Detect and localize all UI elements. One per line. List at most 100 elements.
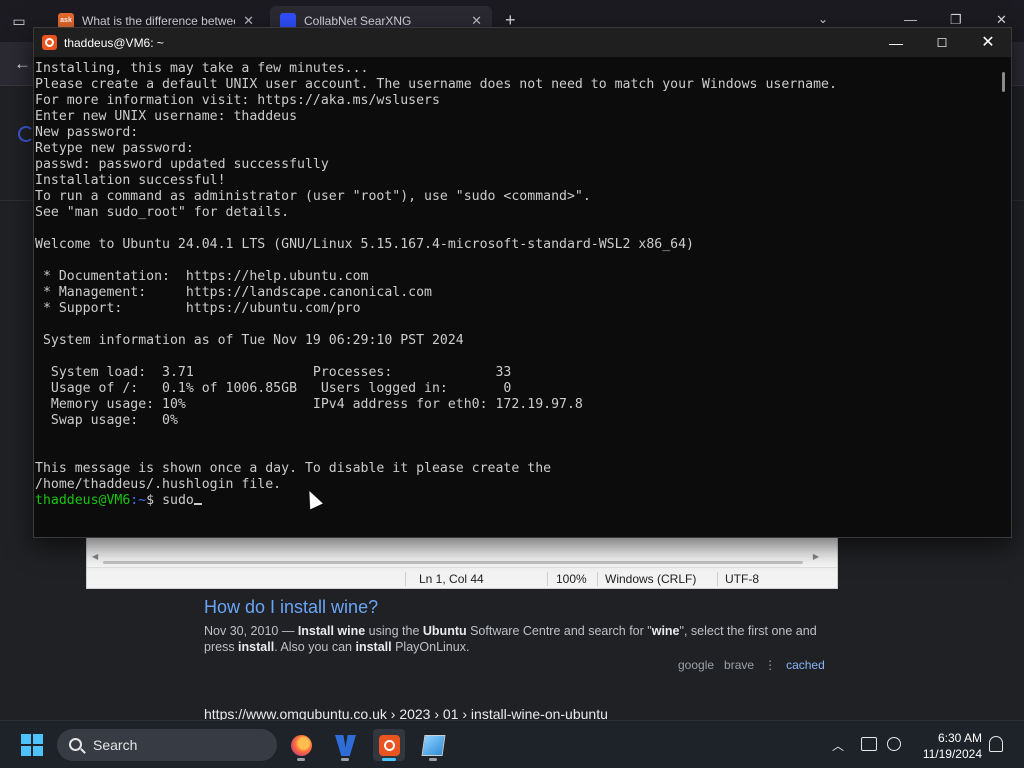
- divider: [597, 572, 598, 586]
- typed-command: sudo: [162, 493, 194, 508]
- terminal-line: Retype new password:: [35, 141, 194, 156]
- scrollbar-thumb[interactable]: [1002, 72, 1005, 92]
- prompt-symbol: $: [146, 493, 163, 508]
- network-icon[interactable]: [861, 737, 877, 751]
- clock-time: 6:30 AM: [937, 731, 982, 745]
- terminal-line: * Management: https://landscape.canonica…: [35, 285, 432, 300]
- cached-link[interactable]: cached: [786, 658, 825, 672]
- search-icon: [69, 738, 82, 751]
- tab-list-icon[interactable]: ▭: [10, 12, 28, 30]
- volume-icon[interactable]: [887, 737, 901, 751]
- result-title-link[interactable]: How do I install wine?: [204, 597, 378, 618]
- terminal-line: Welcome to Ubuntu 24.04.1 LTS (GNU/Linux…: [35, 237, 694, 252]
- back-arrow-icon[interactable]: ←: [14, 54, 31, 74]
- clock[interactable]: 6:30 AM 11/19/2024: [912, 730, 982, 762]
- snippet-text: using the: [365, 624, 423, 638]
- restore-icon[interactable]: ❐: [950, 12, 962, 28]
- terminal-line: Enter new UNIX username: thaddeus: [35, 109, 298, 124]
- terminal-line: For more information visit: https://aka.…: [35, 93, 440, 108]
- horizontal-scrollbar[interactable]: ◀ ▶: [87, 538, 837, 568]
- prompt-path: :~: [130, 493, 147, 508]
- terminal-line: Please create a default UNIX user accoun…: [35, 77, 837, 92]
- taskbar: Search ︿ 6:30 AM 11/19/2024: [0, 720, 1024, 768]
- terminal-line: passwd: password updated successfully: [35, 157, 329, 172]
- firefox-icon: [291, 735, 312, 756]
- prompt-user: thaddeus@VM6: [35, 493, 131, 508]
- ubuntu-icon: [379, 735, 400, 756]
- terminal-line: Usage of /: 0.1% of 1006.85GB Users logg…: [35, 381, 512, 396]
- snippet-text: . Also you can: [274, 640, 356, 654]
- terminal-line: Memory usage: 10% IPv4 address for eth0:…: [35, 397, 583, 412]
- tab-title: What is the difference between: [82, 14, 236, 28]
- windows-start-icon[interactable]: [21, 734, 43, 756]
- status-bar: Ln 1, Col 44 100% Windows (CRLF) UTF-8: [87, 568, 837, 588]
- virtualbox-icon: [335, 735, 356, 756]
- running-indicator: [297, 758, 305, 761]
- terminal-titlebar[interactable]: thaddeus@VM6: ~ — ☐ ✕: [34, 28, 1011, 57]
- notepad-icon: [421, 735, 446, 756]
- chevron-up-icon[interactable]: ︿: [832, 737, 844, 754]
- taskbar-app-virtualbox[interactable]: [329, 729, 361, 761]
- ubuntu-icon: [42, 35, 57, 50]
- snippet-highlight: wine: [651, 624, 680, 638]
- close-icon[interactable]: ✕: [996, 12, 1007, 28]
- maximize-button[interactable]: ☐: [922, 32, 962, 54]
- terminal-line: Installation successful!: [35, 173, 226, 188]
- terminal-line: New password:: [35, 125, 139, 140]
- close-button[interactable]: ✕: [968, 32, 1008, 54]
- engine-brave: brave: [724, 658, 755, 672]
- chevron-down-icon[interactable]: ⌄: [818, 12, 828, 26]
- terminal-line: /home/thaddeus/.hushlogin file.: [35, 477, 282, 492]
- text-cursor: [193, 503, 202, 505]
- engine-google: google: [678, 658, 715, 672]
- terminal-line: This message is shown once a day. To dis…: [35, 461, 552, 476]
- terminal-line: See "man sudo_root" for details.: [35, 205, 290, 220]
- terminal-line: Installing, this may take a few minutes.…: [35, 61, 369, 76]
- minimize-icon[interactable]: —: [904, 12, 917, 27]
- terminal-line: System load: 3.71 Processes: 33: [35, 365, 512, 380]
- taskbar-app-ubuntu[interactable]: [373, 729, 405, 761]
- snippet-date: Nov 30, 2010 —: [204, 624, 298, 638]
- taskbar-app-firefox[interactable]: [285, 729, 317, 761]
- terminal-window[interactable]: thaddeus@VM6: ~ — ☐ ✕ Installing, this m…: [33, 27, 1012, 538]
- terminal-prompt-line[interactable]: thaddeus@VM6:~$ sudo: [35, 493, 994, 509]
- search-label: Search: [93, 737, 138, 753]
- minimize-button[interactable]: —: [876, 32, 916, 54]
- result-snippet: Nov 30, 2010 — Install wine using the Ub…: [204, 623, 834, 655]
- running-indicator: [341, 758, 349, 761]
- snippet-text: Software Centre and search for ": [466, 624, 652, 638]
- divider: [717, 572, 718, 586]
- tab-title: CollabNet SearXNG: [304, 14, 412, 28]
- terminal-line: * Support: https://ubuntu.com/pro: [35, 301, 361, 316]
- terminal-line: Swap usage: 0%: [35, 413, 178, 428]
- clock-date: 11/19/2024: [922, 747, 982, 761]
- running-indicator: [382, 758, 396, 761]
- snippet-highlight: install: [355, 640, 392, 654]
- taskbar-app-notepad[interactable]: [417, 729, 449, 761]
- scrollbar-thumb[interactable]: [103, 561, 803, 564]
- running-indicator: [429, 758, 437, 761]
- cursor-position: Ln 1, Col 44: [419, 572, 484, 586]
- scroll-left-icon[interactable]: ◀: [92, 552, 98, 561]
- zoom-level[interactable]: 100%: [556, 572, 587, 586]
- snippet-highlight: Ubuntu: [422, 624, 467, 638]
- separator: ⋮: [764, 658, 777, 672]
- divider: [547, 572, 548, 586]
- terminal-line: * Documentation: https://help.ubuntu.com: [35, 269, 369, 284]
- snippet-highlight: install: [238, 640, 275, 654]
- line-ending[interactable]: Windows (CRLF): [605, 572, 696, 586]
- loading-spinner-icon: [18, 126, 34, 142]
- scroll-right-icon[interactable]: ▶: [813, 552, 819, 561]
- terminal-output[interactable]: Installing, this may take a few minutes.…: [34, 61, 994, 537]
- notification-bell-icon[interactable]: [989, 736, 1003, 752]
- encoding[interactable]: UTF-8: [725, 572, 759, 586]
- terminal-line: System information as of Tue Nov 19 06:2…: [35, 333, 464, 348]
- result-engines: google brave ⋮ cached: [678, 658, 825, 672]
- taskbar-search[interactable]: Search: [57, 729, 277, 761]
